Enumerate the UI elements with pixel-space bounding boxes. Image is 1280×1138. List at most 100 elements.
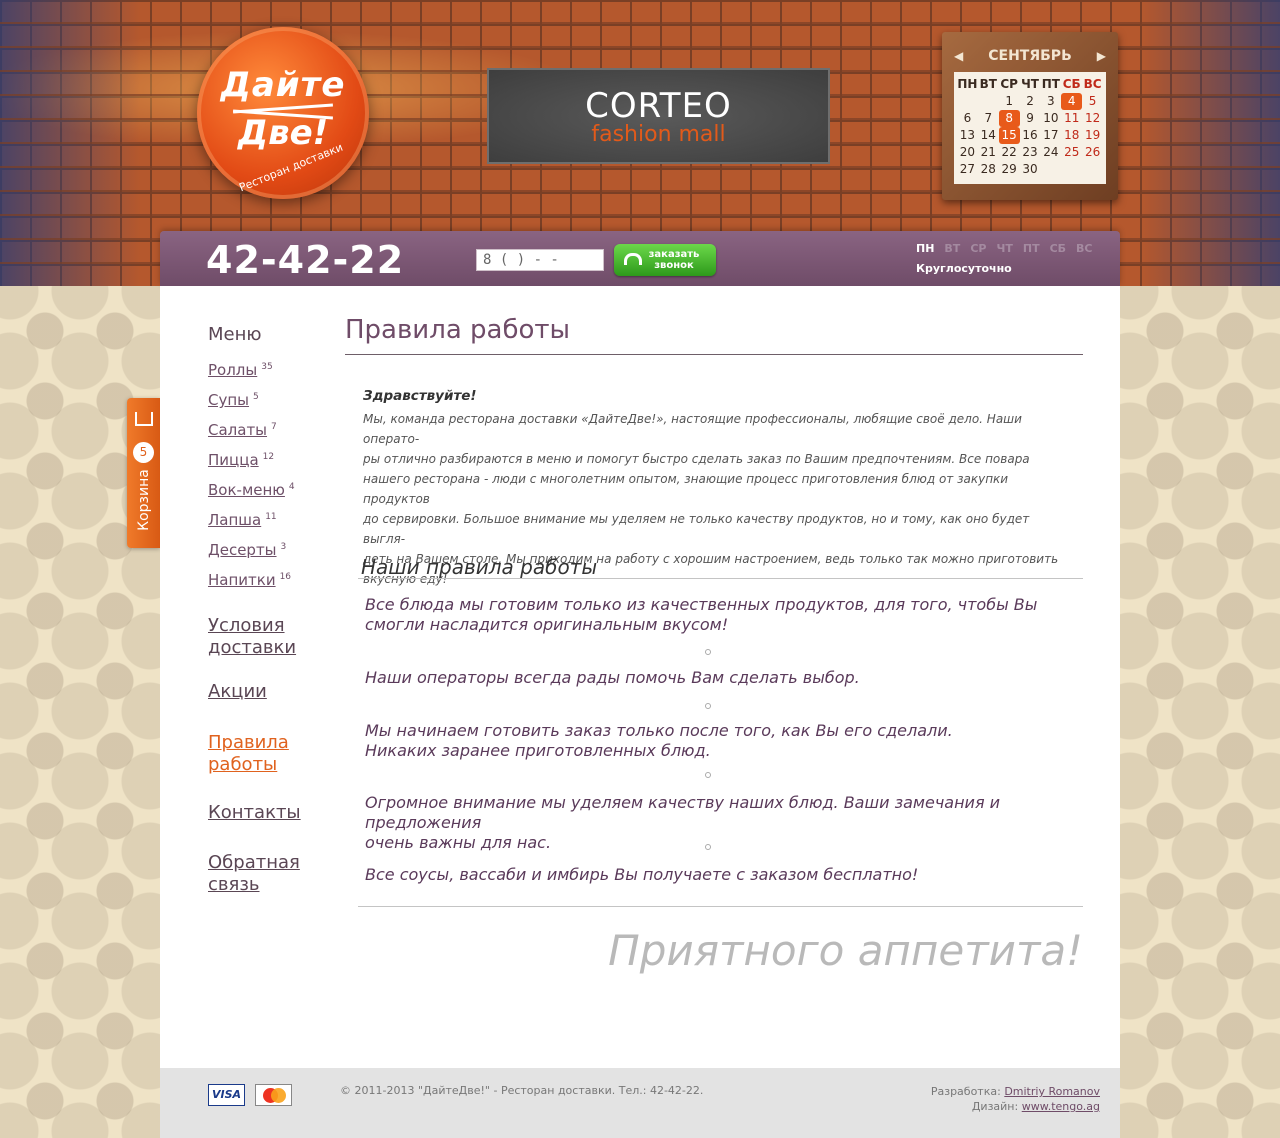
cart-tab[interactable]: 5 Корзина [127,398,160,548]
calendar-day[interactable]: 23 [1020,144,1041,161]
calendar-day[interactable]: 6 [957,110,978,127]
calendar-month: СЕНТЯБРЬ [988,48,1072,64]
greeting: Здравствуйте! [363,388,477,404]
calendar-prev-icon[interactable]: ◀ [954,49,963,63]
rules-divider [358,578,1083,579]
calendar-day[interactable]: 22 [999,144,1020,161]
intro-line: нашего ресторана - люди с многолетним оп… [363,472,1009,506]
day-sat: СБ [1049,242,1067,255]
calendar-day[interactable]: 27 [957,161,978,178]
cart-label: Корзина [136,469,152,531]
working-hours: Круглосуточно [916,262,1012,275]
day-fri: ПТ [1022,242,1040,255]
rule-line: очень важны для нас. [365,833,552,852]
calendar-weekday: ЧТ [1021,77,1039,91]
calendar-day[interactable]: 1 [999,93,1020,110]
calendar-weekday: ПН [957,77,978,91]
calendar-day[interactable]: 14 [978,127,999,144]
banner-brand: CORTEO [585,86,732,126]
menu-item-label: Напитки [208,571,276,589]
menu-item-count: 35 [261,362,273,372]
credits: Разработка: Dmitriy Romanov Дизайн: www.… [931,1084,1100,1114]
phone-icon [624,253,642,265]
menu-item-count: 7 [271,422,277,432]
calendar-day[interactable]: 30 [1020,161,1041,178]
day-mon: ПН [916,242,935,255]
calendar-day[interactable]: 2 [1020,93,1041,110]
calendar-weekday: ВС [1083,77,1102,91]
calendar-day[interactable]: 15 [998,127,1020,144]
calendar-day[interactable]: 21 [978,144,999,161]
rule-item: Все соусы, вассаби и имбирь Вы получаете… [365,865,1065,885]
calendar-day [1040,161,1061,178]
calendar-day [978,93,999,110]
sidebar-link-rules[interactable]: Правила работы [208,732,289,776]
calendar-next-icon[interactable]: ▶ [1097,49,1106,63]
header-bar: 42-42-22 8 ( ) - - заказать звонок ПН ВТ… [160,231,1120,286]
calendar-day[interactable]: 17 [1040,127,1061,144]
calendar-weekday: СР [1000,77,1018,91]
rule-line: Все блюда мы готовим только из качествен… [365,595,1038,614]
calendar-week-row: 13 14 15 16 17 18 19 [957,127,1103,144]
closing-text: Приятного аппетита! [608,926,1083,975]
menu-item-count: 5 [253,392,259,402]
credits-dev-row: Разработка: Dmitriy Romanov [931,1084,1100,1099]
calendar-day[interactable]: 29 [999,161,1020,178]
calendar-day[interactable]: 16 [1020,127,1041,144]
menu-item-label: Лапша [208,511,262,529]
day-thu: ЧТ [996,242,1013,255]
calendar-week-row: 27 28 29 30 [957,161,1103,178]
banner-subtitle: fashion mall [591,122,726,147]
calendar-day[interactable]: 11 [1061,110,1082,127]
developer-link[interactable]: Dmitriy Romanov [1004,1085,1100,1098]
menu-item-pizza[interactable]: Пицца 12 [208,451,274,469]
corteo-banner[interactable]: CORTEO fashion mall [487,68,830,164]
sidebar-link-delivery-line2: доставки [208,637,297,658]
rule-separator [705,703,711,709]
content-bottom-divider [358,906,1083,907]
calendar-day[interactable]: 19 [1082,127,1103,144]
menu-item-wok[interactable]: Вок-меню 4 [208,481,295,499]
menu-item-desserts[interactable]: Десерты 3 [208,541,286,559]
calendar-day[interactable]: 4 [1061,93,1083,110]
calendar-day[interactable]: 12 [1082,110,1103,127]
calendar-week-row: 12345 [957,93,1103,110]
site-logo[interactable]: Дайте Две! Ресторан доставки [197,27,369,199]
credits-dev-label: Разработка: [930,1085,1001,1098]
callback-button[interactable]: заказать звонок [614,244,716,276]
calendar-day[interactable]: 20 [957,144,978,161]
calendar-day[interactable]: 18 [1061,127,1082,144]
calendar-day[interactable]: 25 [1061,144,1082,161]
menu-item-noodles[interactable]: Лапша 11 [208,511,277,529]
calendar-weekday: СБ [1062,77,1081,91]
menu-item-soups[interactable]: Супы 5 [208,391,259,409]
menu-item-salads[interactable]: Салаты 7 [208,421,277,439]
calendar-day[interactable]: 13 [957,127,978,144]
calendar-day[interactable]: 5 [1082,93,1103,110]
calendar-grid: ПН ВТ СР ЧТ ПТ СБ ВС 1 2 3 4 5 6 7 8 9 10 11 12 13 14… [954,72,1106,184]
calendar-day [1082,161,1103,178]
calendar-day[interactable]: 28 [978,161,999,178]
callback-phone-input[interactable]: 8 ( ) - - [476,249,604,271]
calendar-day[interactable]: 3 [1040,93,1061,110]
menu-item-count: 11 [265,512,277,522]
calendar-day[interactable]: 8 [998,110,1020,127]
calendar-day[interactable]: 7 [978,110,999,127]
designer-link[interactable]: www.tengo.ag [1022,1100,1100,1113]
rule-separator [705,772,711,778]
title-divider [345,354,1083,355]
calendar-week-row: 6 7 8 9 10 11 12 [957,110,1103,127]
rule-item: Наши операторы всегда рады помочь Вам сд… [365,668,1065,688]
menu-item-rolls[interactable]: Роллы 35 [208,361,273,379]
sidebar-link-contacts[interactable]: Контакты [208,802,301,824]
calendar-weeks: 1 2 3 4 5 6 7 8 9 10 11 12 13 14 15 16 17 18 19 20 21 22 23 24 2… [957,93,1103,178]
calendar-day [1061,161,1082,178]
menu-item-drinks[interactable]: Напитки 16 [208,571,291,589]
calendar-day[interactable]: 24 [1040,144,1061,161]
calendar-day[interactable]: 10 [1040,110,1061,127]
calendar-day[interactable]: 9 [1020,110,1041,127]
sidebar-link-delivery[interactable]: Условия доставки [208,615,296,659]
sidebar-link-feedback[interactable]: Обратная связь [208,852,300,896]
calendar-day[interactable]: 26 [1082,144,1103,161]
sidebar-link-promo[interactable]: Акции [208,681,267,703]
